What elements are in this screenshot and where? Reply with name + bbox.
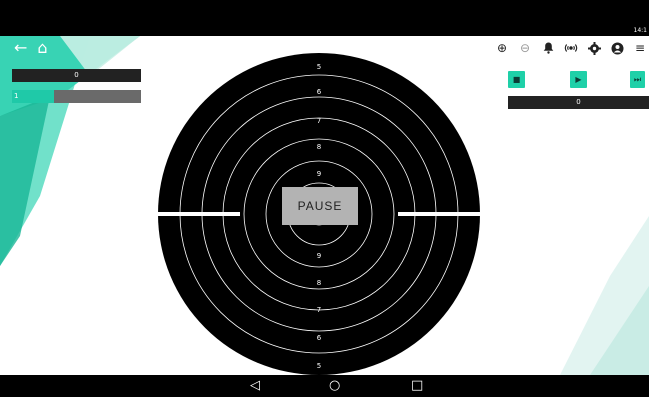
status-clock: 14:1 [633, 27, 647, 34]
ring-label: 9 [317, 252, 321, 260]
ring-label: 7 [317, 306, 321, 314]
shot-row[interactable]: 1 [12, 90, 141, 103]
broadcast-icon[interactable] [564, 41, 578, 55]
nav-recent-icon[interactable]: □ [411, 377, 423, 395]
play-icon: ▶ [575, 75, 582, 84]
score-value: 0 [74, 71, 79, 79]
stop-button[interactable]: ■ [508, 71, 525, 88]
target-left-bar [157, 212, 240, 216]
ring-label: 6 [317, 334, 322, 342]
skip-next-icon: ⏭ [633, 74, 642, 84]
pause-button[interactable]: PAUSE [282, 187, 358, 225]
profile-icon[interactable] [610, 41, 624, 55]
android-nav-bar: ◁ ○ □ [0, 375, 649, 397]
back-arrow-icon[interactable]: ← [14, 38, 27, 57]
ring-label: 7 [317, 117, 321, 125]
toolbar: ⊕ ⊖ ≡ [495, 38, 647, 58]
ring-label: 8 [317, 143, 321, 151]
zoom-in-icon[interactable]: ⊕ [495, 41, 509, 55]
shot-index: 1 [12, 90, 54, 103]
score-bar: 0 [12, 69, 141, 82]
top-left-nav: ← ⌂ [14, 36, 48, 58]
nav-home-icon[interactable]: ○ [329, 377, 340, 395]
ring-label: 6 [317, 88, 322, 96]
stop-icon: ■ [512, 75, 521, 84]
target-right-bar [398, 212, 481, 216]
settings-icon[interactable] [587, 41, 601, 55]
ring-label: 5 [317, 362, 321, 370]
status-bar: 14:1 [0, 0, 649, 36]
zoom-out-icon[interactable]: ⊖ [518, 41, 532, 55]
menu-icon[interactable]: ≡ [633, 41, 647, 55]
nav-back-icon[interactable]: ◁ [250, 377, 260, 395]
total-value: 0 [576, 98, 581, 106]
play-button[interactable]: ▶ [570, 71, 587, 88]
bell-icon[interactable] [541, 41, 555, 55]
ring-label: 9 [317, 170, 321, 178]
ring-label: 5 [317, 63, 321, 71]
ring-label: 8 [317, 279, 321, 287]
next-button[interactable]: ⏭ [630, 71, 645, 88]
total-bar: 0 [508, 96, 649, 109]
home-icon[interactable]: ⌂ [37, 38, 47, 57]
